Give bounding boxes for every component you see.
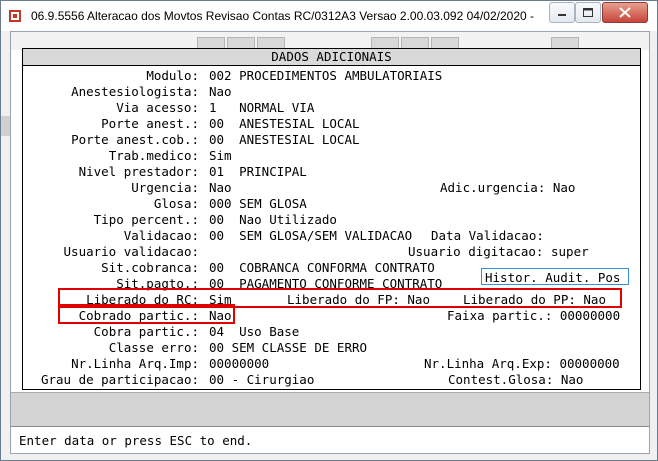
- field-label: Porte anest.cob.:: [71, 132, 199, 147]
- additional-data-dialog: DADOS ADICIONAIS Modulo: 002 PROCEDIMENTO…: [22, 48, 641, 390]
- gray-panel: [11, 392, 649, 427]
- field-value[interactable]: 000 SEM GLOSA: [209, 196, 307, 211]
- field-label: Cobra partic.:: [93, 324, 199, 339]
- field-label: Usuario validacao:: [63, 244, 199, 259]
- field-value[interactable]: 1 NORMAL VIA: [209, 100, 314, 115]
- field-value[interactable]: 00 Nao Utilizado: [209, 212, 337, 227]
- maximize-icon: [583, 8, 593, 17]
- minimize-button[interactable]: [549, 2, 575, 23]
- field-label: Nr.Linha Arq.Imp:: [71, 356, 199, 371]
- field-value[interactable]: 00 COBRANCA CONFORMA CONTRATO: [209, 260, 435, 275]
- close-button[interactable]: [602, 2, 648, 23]
- field-value[interactable]: 00 SEM CLASSE DE ERRO: [209, 340, 367, 355]
- field-value[interactable]: 002 PROCEDIMENTOS AMBULATORIAIS: [209, 68, 442, 83]
- highlight-cobrado-partic: [58, 304, 235, 324]
- maximize-button[interactable]: [575, 2, 601, 23]
- status-bar: Enter data or press ESC to end.: [11, 426, 649, 453]
- field-value[interactable]: 00 SEM GLOSA/SEM VALIDACAO: [209, 228, 412, 243]
- field-value[interactable]: 00000000: [209, 356, 269, 371]
- field-value[interactable]: Nao: [209, 84, 232, 99]
- histor-audit-button[interactable]: Histor. Audit. Pos: [481, 268, 629, 285]
- field-label: Porte anest.:: [101, 116, 199, 131]
- title-bar: 06.9.5556 Alteracao dos Movtos Revisao C…: [1, 1, 657, 31]
- field-label: Grau de participacao:: [40, 372, 199, 387]
- field-value[interactable]: Sim: [209, 148, 232, 163]
- close-icon: [619, 7, 631, 18]
- data-validacao-field[interactable]: Data Validacao:: [431, 228, 544, 243]
- usuario-digitacao-field[interactable]: Usuario digitacao: super: [408, 244, 589, 259]
- field-value[interactable]: 04 Uso Base: [209, 324, 299, 339]
- nr-linha-exp-field[interactable]: Nr.Linha Arq.Exp: 00000000: [424, 356, 620, 371]
- adic-urgencia-field[interactable]: Adic.urgencia: Nao: [440, 180, 575, 195]
- field-label: Urgencia:: [131, 180, 199, 195]
- field-value[interactable]: 01 PRINCIPAL: [209, 164, 307, 179]
- field-value[interactable]: 00 ANESTESIAL LOCAL: [209, 132, 360, 147]
- field-value[interactable]: 00 - Cirurgiao: [209, 372, 314, 387]
- field-label: Nivel prestador:: [78, 164, 199, 179]
- window-title: 06.9.5556 Alteracao dos Movtos Revisao C…: [31, 9, 535, 23]
- faixa-partic-field[interactable]: Faixa partic.: 00000000: [447, 308, 620, 323]
- background-panel-edge: [1, 116, 10, 136]
- field-label: Modulo:: [146, 68, 199, 83]
- field-label: Validacao:: [123, 228, 199, 243]
- app-window: 06.9.5556 Alteracao dos Movtos Revisao C…: [0, 0, 658, 461]
- field-label: Trab.medico:: [108, 148, 199, 163]
- minimize-icon: [558, 14, 566, 16]
- terminal-screen: DADOS ADICIONAIS Modulo: 002 PROCEDIMENTO…: [11, 32, 649, 392]
- dialog-title: DADOS ADICIONAIS: [23, 49, 640, 66]
- field-label: Sit.cobranca:: [101, 260, 199, 275]
- field-label: Tipo percent.:: [93, 212, 199, 227]
- field-label: Glosa:: [153, 196, 199, 211]
- field-value[interactable]: 00 ANESTESIAL LOCAL: [209, 116, 360, 131]
- app-icon: [9, 10, 21, 22]
- field-label: Anestesiologista:: [71, 84, 199, 99]
- client-area: DADOS ADICIONAIS Modulo: 002 PROCEDIMENTO…: [10, 31, 650, 454]
- field-value[interactable]: Nao: [209, 180, 232, 195]
- field-label: Via acesso:: [116, 100, 199, 115]
- contest-glosa-field[interactable]: Contest.Glosa: Nao: [448, 372, 583, 387]
- field-label: Classe erro:: [108, 340, 199, 355]
